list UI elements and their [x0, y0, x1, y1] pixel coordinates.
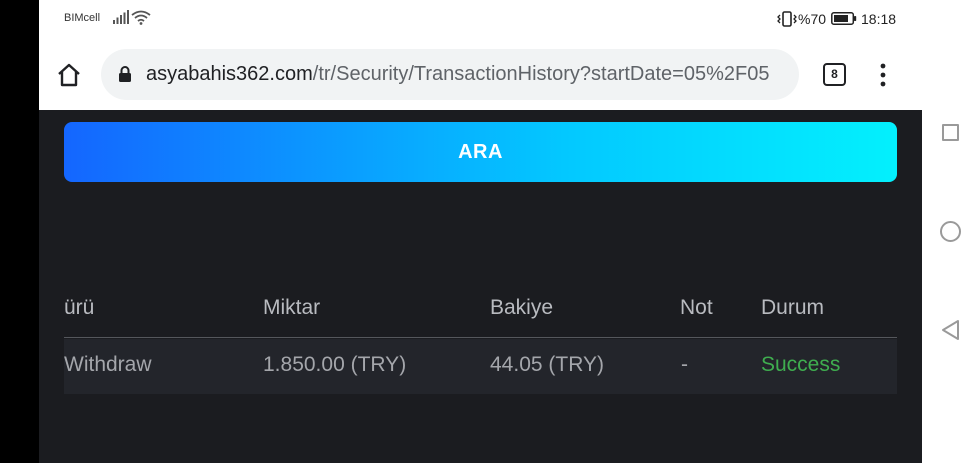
phone-screen: BIMcell %70 18:18 asyabahis362.com/tr/Se…: [39, 0, 922, 463]
tab-switcher-button[interactable]: 8: [823, 63, 846, 86]
signal-icon: [113, 10, 129, 24]
battery-percentage: %70: [798, 11, 827, 27]
column-header-amount[interactable]: Miktar: [263, 296, 320, 320]
table-header: ürü Miktar Bakiye Not Durum: [64, 283, 897, 338]
left-bezel: [0, 0, 39, 463]
vibrate-icon: [777, 11, 797, 27]
column-header-balance[interactable]: Bakiye: [490, 296, 553, 320]
cell-type: Withdraw: [64, 353, 152, 376]
home-circle-icon[interactable]: [940, 221, 961, 242]
url-text: asyabahis362.com/tr/Security/Transaction…: [146, 63, 769, 86]
battery-icon: [831, 12, 857, 25]
system-nav-bar: [922, 0, 978, 463]
cell-status: Success: [761, 353, 841, 376]
cell-amount: 1.850.00 (TRY): [263, 353, 407, 376]
browser-toolbar: asyabahis362.com/tr/Security/Transaction…: [39, 38, 922, 110]
home-icon[interactable]: [55, 61, 83, 89]
more-vert-icon[interactable]: [876, 63, 890, 87]
column-header-status[interactable]: Durum: [761, 296, 824, 320]
wifi-icon: [131, 10, 151, 25]
recents-square-icon[interactable]: [942, 124, 959, 141]
carrier-name: BIMcell: [64, 12, 101, 24]
column-header-note[interactable]: Not: [680, 296, 713, 320]
address-bar[interactable]: asyabahis362.com/tr/Security/Transaction…: [101, 49, 799, 100]
lock-icon: [119, 66, 131, 82]
url-path: /tr/Security/TransactionHistory?startDat…: [312, 63, 770, 85]
clock: 18:18: [861, 11, 897, 27]
status-bar: BIMcell %70 18:18: [39, 0, 922, 38]
web-content: ARA ürü Miktar Bakiye Not Durum Withdraw…: [39, 110, 922, 463]
cell-balance: 44.05 (TRY): [490, 353, 604, 376]
cell-note: -: [681, 353, 688, 376]
column-header-type[interactable]: ürü: [64, 296, 94, 320]
url-domain: asyabahis362.com: [146, 63, 313, 85]
table-row: Withdraw 1.850.00 (TRY) 44.05 (TRY) - Su…: [64, 339, 897, 394]
search-button[interactable]: ARA: [64, 122, 897, 182]
back-triangle-icon[interactable]: [940, 319, 962, 341]
